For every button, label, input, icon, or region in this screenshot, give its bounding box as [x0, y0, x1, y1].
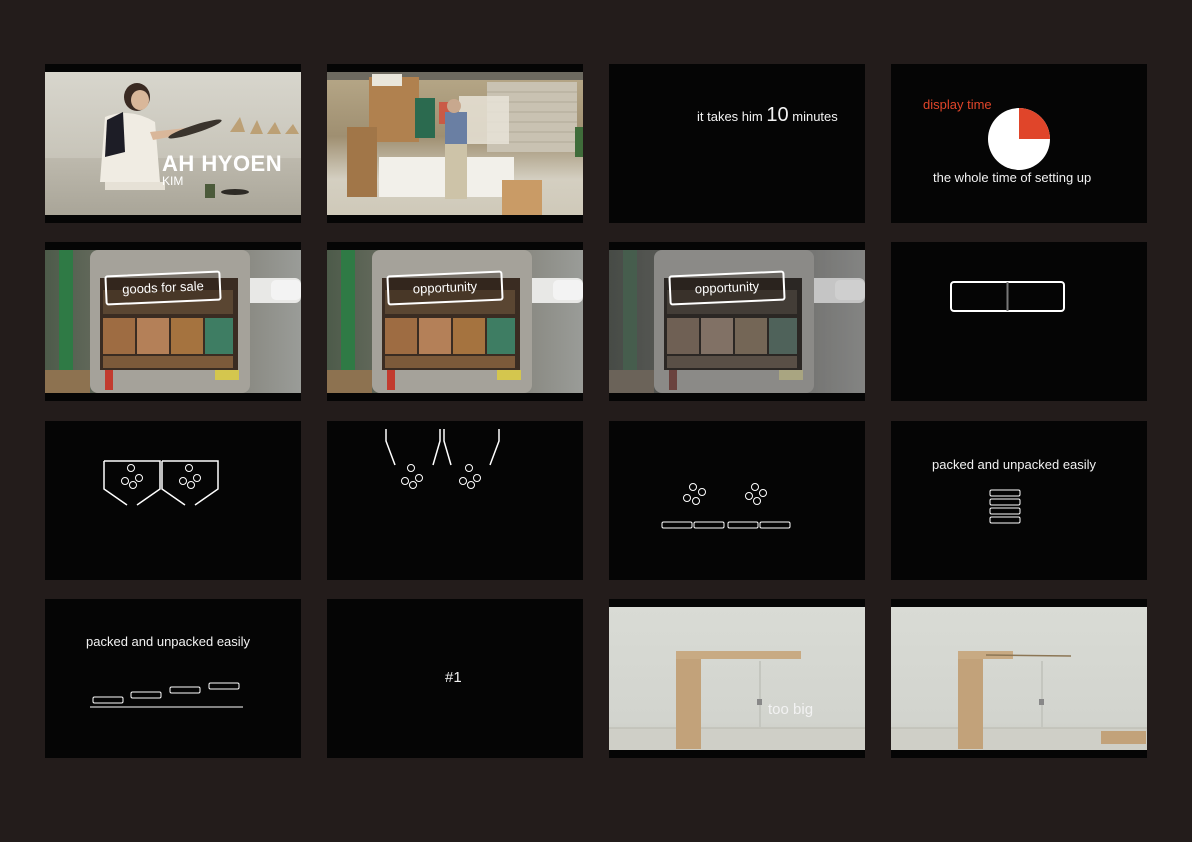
frame-11-items-and-trays	[609, 421, 865, 580]
frame-4-display-time: display time the whole time of setting u…	[891, 64, 1147, 223]
studio-photo: AH HYOEN KIM	[45, 72, 301, 215]
bins-diagram	[103, 460, 219, 506]
frame-3-duration: it takes him 10 minutes	[609, 64, 865, 223]
duration-text: it takes him 10 minutes	[697, 104, 838, 127]
scene-number: #1	[445, 669, 462, 686]
frame-16-fallen	[891, 599, 1147, 758]
van-photo	[327, 250, 583, 393]
step-trays-diagram	[90, 682, 243, 708]
frame-8-box-outline	[891, 242, 1147, 401]
duration-suffix: minutes	[792, 109, 838, 124]
frame-9-bins	[45, 421, 301, 580]
too-big-caption: too big	[768, 701, 814, 718]
time-pie	[988, 108, 1050, 170]
market-photo	[327, 72, 583, 215]
frame-7-van-grey: opportunity	[609, 242, 865, 401]
van-photo-desaturated	[609, 250, 865, 393]
time-pie-slice-display	[1019, 108, 1050, 139]
stacked-trays-diagram	[989, 489, 1021, 524]
frame-14-number: #1	[327, 599, 583, 758]
setup-time-caption: the whole time of setting up	[933, 170, 1092, 185]
opportunity-label: opportunity	[386, 270, 504, 306]
van-photo	[45, 250, 301, 393]
duration-number: 10	[766, 104, 789, 126]
frame-13-steps: packed and unpacked easily	[45, 599, 301, 758]
prototype-photo	[891, 607, 1147, 750]
frame-5-van: goods for sale	[45, 242, 301, 401]
frame-1-portrait: AH HYOEN KIM	[45, 64, 301, 223]
opening-bins-diagram	[385, 429, 500, 489]
frame-12-stacked: packed and unpacked easily	[891, 421, 1147, 580]
goods-for-sale-label: goods for sale	[104, 270, 222, 306]
frame-15-too-big: too big	[609, 599, 865, 758]
duration-prefix: it takes him	[697, 109, 763, 124]
frame-6-van: opportunity	[327, 242, 583, 401]
surname-subtitle: KIM	[162, 174, 184, 188]
frame-2-market	[327, 64, 583, 223]
open-box-diagram	[950, 281, 1065, 312]
frame-10-bins-opening	[327, 421, 583, 580]
opportunity-label: opportunity	[668, 270, 786, 306]
items-trays-diagram	[661, 483, 791, 529]
prototype-photo: too big	[609, 607, 865, 750]
